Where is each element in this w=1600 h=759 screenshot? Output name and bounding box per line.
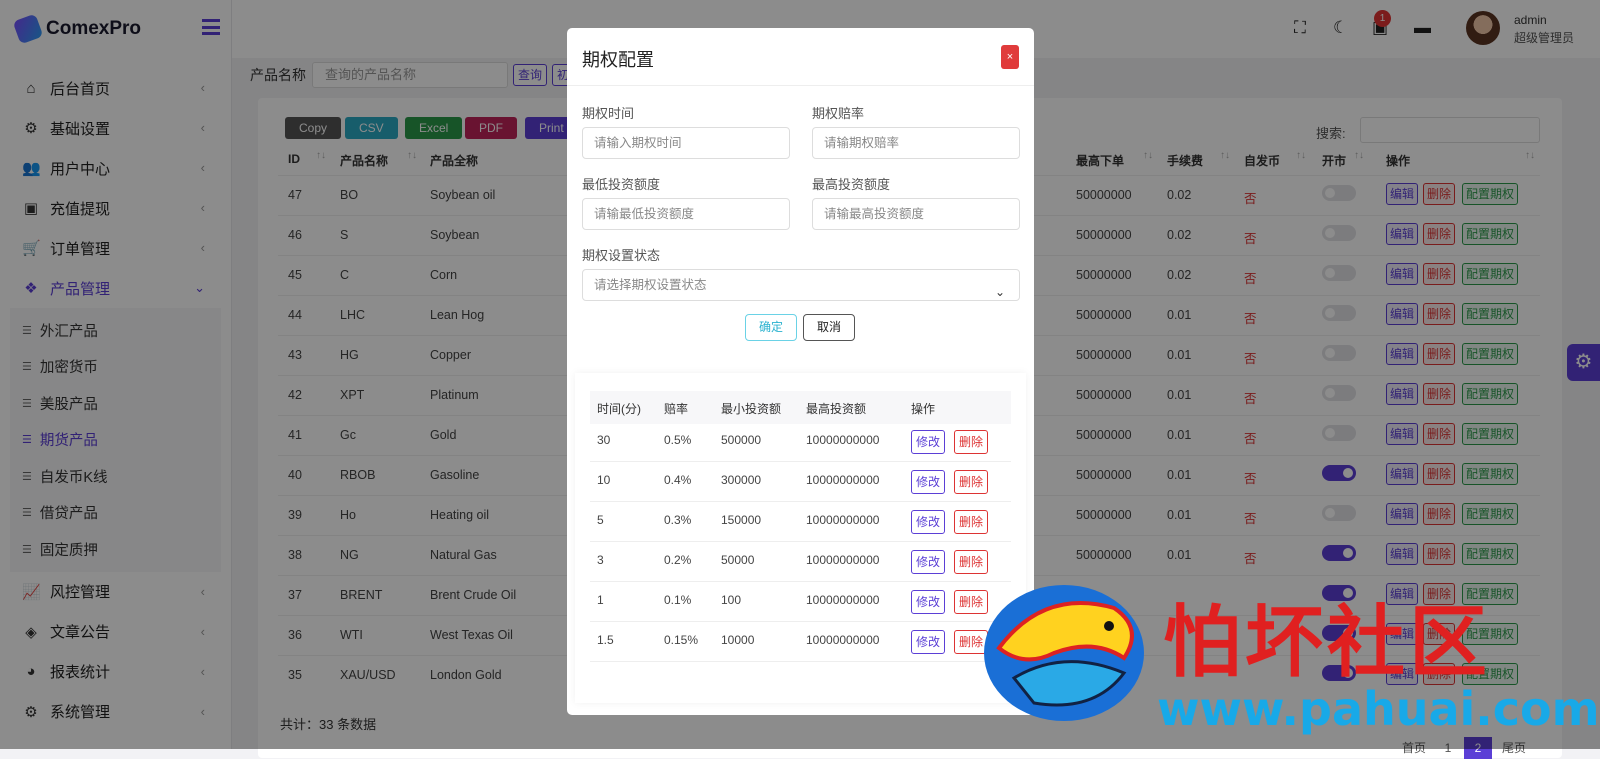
col-header-max: 最高投资额 xyxy=(806,402,867,416)
col-header-min: 最小投资额 xyxy=(721,402,782,416)
cell-time: 10 xyxy=(597,473,611,487)
delete-button[interactable]: 删除 xyxy=(954,430,988,454)
max-invest-label: 最高投资额度 xyxy=(812,177,891,192)
modify-button[interactable]: 修改 xyxy=(911,430,945,454)
watermark-url: www.pahuai.com xyxy=(1157,682,1600,736)
cell-min: 10000 xyxy=(721,633,755,647)
watermark-text: 怕坏社区 xyxy=(1163,598,1492,688)
close-button[interactable]: × xyxy=(1001,45,1019,69)
col-header-time: 时间(分) xyxy=(597,402,641,416)
modify-button[interactable]: 修改 xyxy=(911,590,945,614)
modify-button[interactable]: 修改 xyxy=(911,630,945,654)
modal-divider xyxy=(567,85,1034,86)
cell-min: 500000 xyxy=(721,433,762,447)
cell-max: 10000000000 xyxy=(806,513,880,527)
option-row: 30 0.5% 500000 10000000000 修改 删除 xyxy=(590,422,1011,462)
cell-time: 5 xyxy=(597,513,604,527)
option-row: 5 0.3% 150000 10000000000 修改 删除 xyxy=(590,502,1011,542)
cell-rate: 0.15% xyxy=(664,633,699,647)
option-row: 1 0.1% 100 10000000000 修改 删除 xyxy=(590,582,1011,622)
cell-min: 100 xyxy=(721,593,742,607)
modify-button[interactable]: 修改 xyxy=(911,470,945,494)
cell-min: 300000 xyxy=(721,473,762,487)
max-invest-input[interactable]: 请输最高投资额度 xyxy=(812,198,1020,230)
option-row: 1.5 0.15% 10000 10000000000 修改 删除 xyxy=(590,622,1011,662)
cell-max: 10000000000 xyxy=(806,633,880,647)
delete-button[interactable]: 删除 xyxy=(954,550,988,574)
chevron-down-icon: ⌄ xyxy=(994,285,1005,299)
cell-max: 10000000000 xyxy=(806,593,880,607)
cell-rate: 0.3% xyxy=(664,513,692,527)
min-invest-label: 最低投资额度 xyxy=(582,177,661,192)
min-invest-input[interactable]: 请输最低投资额度 xyxy=(582,198,790,230)
modify-button[interactable]: 修改 xyxy=(911,550,945,574)
modify-button[interactable]: 修改 xyxy=(911,510,945,534)
cell-rate: 0.4% xyxy=(664,473,692,487)
col-header-ops: 操作 xyxy=(911,402,936,416)
cancel-button[interactable]: 取消 xyxy=(803,314,855,341)
delete-button[interactable]: 删除 xyxy=(954,470,988,494)
status-select[interactable]: 请选择期权设置状态 ⌄ xyxy=(582,269,1020,301)
confirm-button[interactable]: 确定 xyxy=(745,314,797,341)
option-list-header xyxy=(590,391,1011,424)
option-rate-label: 期权赔率 xyxy=(812,106,865,121)
option-rate-input[interactable]: 请输期权赔率 xyxy=(812,127,1020,159)
option-time-label: 期权时间 xyxy=(582,106,635,121)
option-row: 10 0.4% 300000 10000000000 修改 删除 xyxy=(590,462,1011,502)
cell-min: 150000 xyxy=(721,513,762,527)
modal-title: 期权配置 xyxy=(582,50,654,70)
cell-time: 1 xyxy=(597,593,604,607)
option-time-input[interactable]: 请输入期权时间 xyxy=(582,127,790,159)
cell-time: 3 xyxy=(597,553,604,567)
cell-max: 10000000000 xyxy=(806,433,880,447)
cell-max: 10000000000 xyxy=(806,553,880,567)
cell-rate: 0.5% xyxy=(664,433,692,447)
cell-min: 50000 xyxy=(721,553,755,567)
cell-rate: 0.2% xyxy=(664,553,692,567)
cell-time: 1.5 xyxy=(597,633,614,647)
status-label: 期权设置状态 xyxy=(582,248,661,263)
delete-button[interactable]: 删除 xyxy=(954,510,988,534)
option-row: 3 0.2% 50000 10000000000 修改 删除 xyxy=(590,542,1011,582)
col-header-rate: 赔率 xyxy=(664,402,689,416)
cell-time: 30 xyxy=(597,433,611,447)
watermark-fish-logo xyxy=(984,585,1144,721)
cell-max: 10000000000 xyxy=(806,473,880,487)
cell-rate: 0.1% xyxy=(664,593,692,607)
